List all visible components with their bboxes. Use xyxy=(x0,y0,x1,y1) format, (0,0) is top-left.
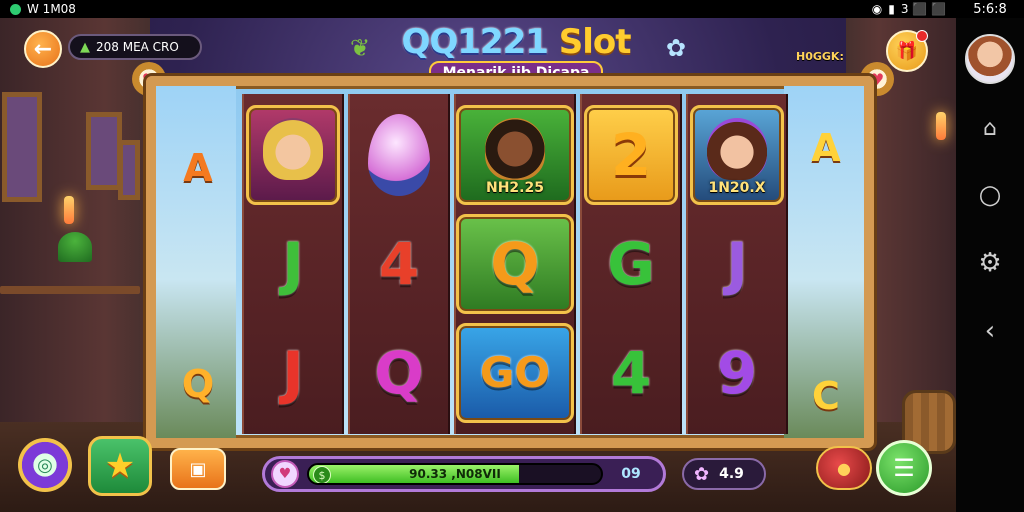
symbol-letter: Q xyxy=(374,339,424,408)
win-display: ✿ 4.9 xyxy=(682,458,766,490)
bet-bar: ♥ $ 90.33 ,N08VII 09 xyxy=(262,456,666,492)
home-circle-icon[interactable]: ○ xyxy=(979,182,1002,208)
symbol-letter: 4 xyxy=(378,229,420,298)
side-symbol: C xyxy=(812,374,840,418)
symbol-letter: 2 xyxy=(610,120,652,189)
princess-portrait-icon xyxy=(707,117,767,180)
symbol-tile: G xyxy=(584,214,678,314)
symbol-tile: 4 xyxy=(352,214,446,314)
symbol-letter: J xyxy=(282,229,304,298)
symbol-letter: J xyxy=(282,339,304,408)
win-progress-bar: $ 90.33 ,N08VII xyxy=(307,463,603,485)
balance-value: 208 MEA CRO xyxy=(96,40,179,54)
magnifier-icon: ◎ xyxy=(37,454,53,476)
symbol-letter: G xyxy=(607,229,655,298)
heart-icon[interactable]: ♥ xyxy=(271,460,299,488)
queen-portrait-icon xyxy=(263,117,323,180)
status-bar: W 1M08 ◉ ▮ 3 ⬛ ⬛ xyxy=(0,0,956,18)
lantern xyxy=(64,196,74,224)
symbol-tile: 1N20.X xyxy=(690,104,784,205)
logo-title-accent: Slot xyxy=(558,22,632,62)
avatar[interactable] xyxy=(965,34,1015,84)
gift-button[interactable]: 🎁 xyxy=(886,30,928,72)
plant xyxy=(58,232,92,262)
shelf xyxy=(0,286,140,294)
reels: J J 4 Q NH2.25 Q GO 2 G 4 1N20.X J 9 xyxy=(242,94,788,434)
slot-frame: A Q A C J J 4 Q NH2.25 Q GO 2 G 4 1N20.X… xyxy=(146,76,874,448)
star-icon: ★ xyxy=(104,446,136,486)
bonus-bag-button[interactable]: ● xyxy=(816,446,872,490)
side-symbol: Q xyxy=(181,362,215,406)
symbol-caption: 1N20.X xyxy=(708,179,766,196)
symbol-letter: Q xyxy=(490,229,540,298)
pink-gem-icon xyxy=(368,113,430,196)
leaf-icon: ❦ xyxy=(350,34,371,62)
system-nav-bar: ⌂ ○ ⚙ ‹ xyxy=(956,18,1024,512)
search-button[interactable]: ◎ xyxy=(18,438,72,492)
favorites-button[interactable]: ★ xyxy=(88,436,152,496)
symbol-caption: NH2.25 xyxy=(486,179,544,196)
assistant-icon[interactable]: ⚙ xyxy=(978,250,1001,276)
cash-icon: ▲ xyxy=(80,39,90,55)
signal-icon: ▮ xyxy=(888,2,895,16)
reel: NH2.25 Q GO xyxy=(454,94,576,434)
symbol-tile xyxy=(246,104,340,205)
back-chevron-icon[interactable]: ‹ xyxy=(985,318,995,344)
symbol-tile xyxy=(352,105,446,205)
symbol-tile: J xyxy=(690,214,784,314)
menu-button[interactable]: ☰ xyxy=(876,440,932,496)
side-symbol: A xyxy=(183,146,213,190)
wall-picture xyxy=(86,112,122,190)
balance-display: ▲ 208 MEA CRO xyxy=(68,34,202,60)
flower-icon: ✿ xyxy=(694,463,710,485)
status-left-text: W 1M08 xyxy=(27,2,76,16)
symbol-tile: 2 xyxy=(584,104,678,205)
symbol-tile: J xyxy=(246,214,340,314)
symbol-tile: 4 xyxy=(584,323,678,423)
bet-value[interactable]: 09 xyxy=(611,466,651,482)
status-clock: 5:6:8 xyxy=(956,0,1024,18)
symbol-tile: J xyxy=(246,323,340,423)
logo-title-main: QQ1221 xyxy=(401,22,548,62)
symbol-tile: 9 xyxy=(690,323,784,423)
side-symbol: A xyxy=(811,126,841,170)
symbol-tile: NH2.25 xyxy=(456,104,574,205)
promo-text: H0GGK: xyxy=(796,50,844,63)
reel: J J xyxy=(242,94,344,434)
menu-icon: ☰ xyxy=(893,454,915,482)
side-panel-right: A C xyxy=(784,86,864,438)
notification-badge xyxy=(916,30,928,42)
tavern-wall-left xyxy=(0,18,150,438)
progress-text: 90.33 ,N08VII xyxy=(409,467,501,481)
reel: 2 G 4 xyxy=(580,94,682,434)
wifi-icon: ◉ xyxy=(871,2,883,16)
gift-icon: 🎁 xyxy=(895,40,919,62)
win-value: 4.9 xyxy=(719,466,744,482)
wall-picture xyxy=(2,92,42,202)
logo-title: QQ1221 Slot xyxy=(386,22,646,62)
home-screen-icon[interactable]: ⌂ xyxy=(983,118,997,140)
wall-picture xyxy=(118,140,140,200)
battery-text: 3 ⬛ ⬛ xyxy=(900,2,946,16)
reel: 4 Q xyxy=(348,94,450,434)
symbol-letter: 9 xyxy=(716,339,758,408)
bag-icon: ● xyxy=(837,458,851,478)
shop-button[interactable]: ▣ xyxy=(170,448,226,490)
symbol-tile: Q xyxy=(352,323,446,423)
side-panel-left: A Q xyxy=(156,86,236,438)
chest-icon: ▣ xyxy=(189,458,207,480)
symbol-tile: GO xyxy=(456,323,574,424)
flower-icon: ✿ xyxy=(665,34,686,62)
arrow-left-icon: ← xyxy=(33,36,53,62)
symbol-letter: 4 xyxy=(610,339,652,408)
lantern xyxy=(936,112,946,140)
back-button[interactable]: ← xyxy=(24,30,62,68)
symbol-letter: GO xyxy=(479,348,551,398)
warrior-portrait-icon xyxy=(485,117,545,180)
symbol-letter: J xyxy=(726,229,748,298)
app-notification-icon xyxy=(10,3,21,15)
reel: 1N20.X J 9 xyxy=(686,94,788,434)
symbol-tile: Q xyxy=(456,213,574,314)
